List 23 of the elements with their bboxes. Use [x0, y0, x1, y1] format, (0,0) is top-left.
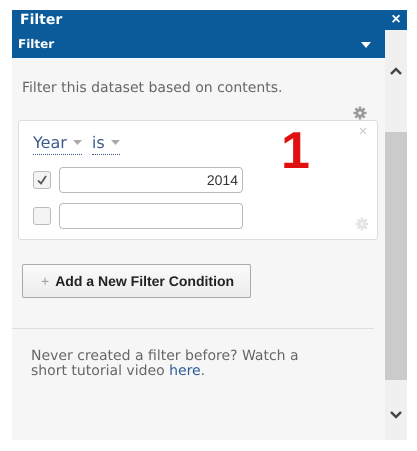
settings-icon[interactable] — [353, 106, 367, 120]
checkbox[interactable] — [33, 171, 51, 189]
value-field[interactable] — [59, 203, 243, 229]
window-title: Filter — [20, 12, 62, 28]
chevron-down-icon[interactable] — [389, 410, 403, 420]
check-icon — [36, 174, 48, 186]
close-button[interactable]: × — [385, 11, 407, 29]
scrollbar[interactable] — [385, 30, 407, 440]
value-field[interactable]: 2014 — [59, 167, 243, 193]
description: Filter this dataset based on contents. — [22, 80, 284, 96]
operator-dropdown[interactable]: is — [92, 133, 120, 155]
section-header[interactable]: Filter — [12, 30, 385, 58]
close-icon[interactable] — [359, 127, 367, 135]
help-text: Never created a filter before? Watch a short tutorial video here. — [31, 349, 300, 379]
column-dropdown[interactable]: Year — [33, 133, 82, 155]
caret-icon[interactable] — [361, 42, 371, 48]
checkbox[interactable] — [33, 207, 51, 225]
link[interactable]: here — [169, 363, 201, 379]
caret-icon — [72, 140, 82, 145]
add-condition-button[interactable]: + Add a New Filter Condition — [22, 264, 252, 298]
chevron-up-icon[interactable] — [389, 66, 403, 76]
annotation-number: 1 — [281, 125, 310, 177]
caret-icon — [110, 140, 120, 145]
